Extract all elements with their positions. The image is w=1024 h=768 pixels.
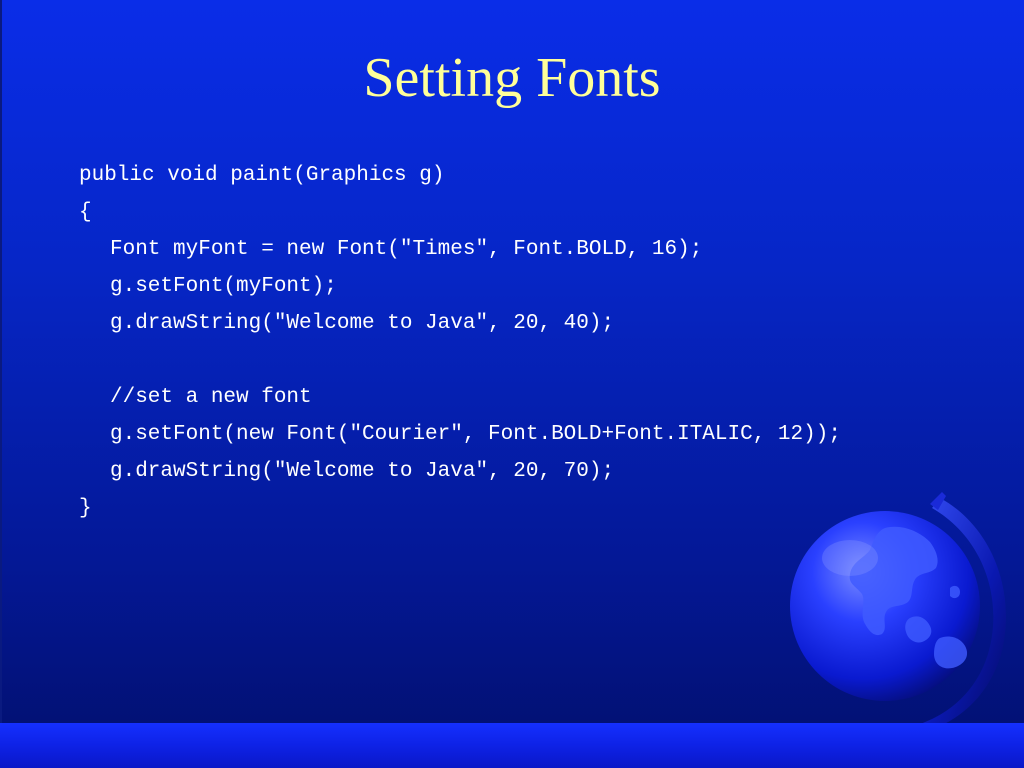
globe-icon xyxy=(790,492,1007,743)
slide-title: Setting Fonts xyxy=(363,47,661,109)
code-line: public void paint(Graphics g) xyxy=(79,164,445,187)
code-line: Font myFont = new Font("Times", Font.BOL… xyxy=(110,238,703,261)
globe-highlight xyxy=(822,540,878,576)
bottom-bar xyxy=(0,723,1024,768)
code-line: g.setFont(new Font("Courier", Font.BOLD+… xyxy=(110,423,841,446)
code-line: } xyxy=(79,497,92,520)
code-line: g.drawString("Welcome to Java", 20, 40); xyxy=(110,312,615,335)
code-line: { xyxy=(79,201,92,224)
code-block: public void paint(Graphics g) { Font myF… xyxy=(79,157,841,527)
globe-island xyxy=(950,585,960,599)
slide: Setting Fonts public void paint(Graphics… xyxy=(0,0,1024,768)
code-line: g.setFont(myFont); xyxy=(110,275,337,298)
code-line: g.drawString("Welcome to Java", 20, 70); xyxy=(110,460,615,483)
slide-left-edge xyxy=(0,0,2,768)
code-line: //set a new font xyxy=(110,386,312,409)
